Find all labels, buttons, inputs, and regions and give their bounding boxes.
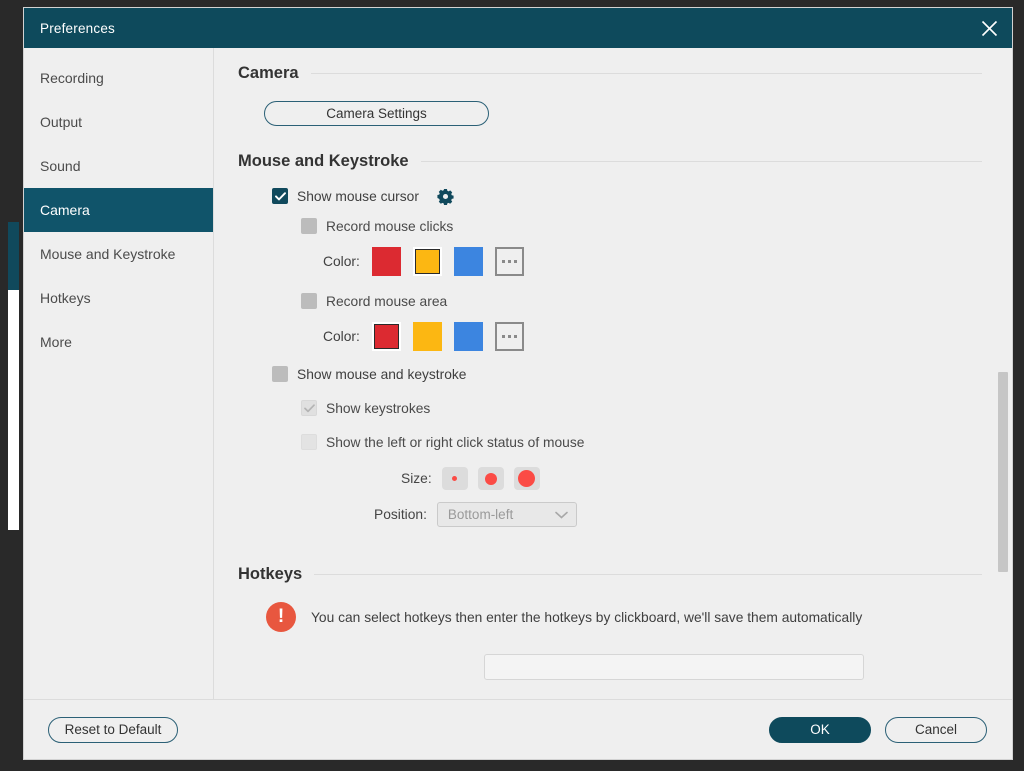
row-record-mouse-clicks: Record mouse clicks <box>301 211 982 241</box>
more-colors-button-clicks[interactable] <box>494 247 524 276</box>
section-divider <box>420 161 982 162</box>
sidebar-item-sound[interactable]: Sound <box>24 144 213 188</box>
checkmark-icon <box>303 403 315 412</box>
checkbox-show-click-status[interactable] <box>301 434 317 450</box>
dialog-titlebar: Preferences <box>24 8 1012 48</box>
size-dot-large <box>518 470 536 487</box>
row-show-mouse-cursor: Show mouse cursor <box>272 181 982 211</box>
hotkeys-section-title: Hotkeys <box>238 565 303 583</box>
sidebar-item-label: More <box>40 334 72 350</box>
color-swatch-red[interactable] <box>371 247 401 276</box>
close-icon <box>981 20 998 37</box>
label-show-click-status: Show the left or right click status of m… <box>326 434 585 450</box>
sidebar-item-label: Mouse and Keystroke <box>40 246 176 262</box>
size-label: Size: <box>401 471 432 486</box>
settings-pane: Camera Camera Settings Mouse and Keystro… <box>214 48 1012 699</box>
background-window-left-edge <box>8 222 19 530</box>
section-divider <box>310 73 982 74</box>
dialog-footer: Reset to Default OK Cancel <box>24 699 1012 759</box>
sidebar-item-more[interactable]: More <box>24 320 213 364</box>
color-swatch-group-area <box>371 322 524 351</box>
ok-button[interactable]: OK <box>769 716 871 743</box>
size-option-medium[interactable] <box>477 467 504 490</box>
row-record-mouse-area: Record mouse area <box>301 286 982 316</box>
row-show-mouse-and-keystroke: Show mouse and keystroke <box>272 359 982 389</box>
alert-icon: ! <box>266 602 296 632</box>
position-select-value: Bottom-left <box>447 507 514 522</box>
sidebar-item-label: Camera <box>40 202 90 218</box>
dialog-title: Preferences <box>40 20 115 36</box>
section-divider <box>314 574 982 575</box>
color-swatch-blue[interactable] <box>453 322 483 351</box>
preferences-dialog: Preferences Recording Output Sound Camer… <box>24 8 1012 759</box>
color-swatch-yellow[interactable] <box>412 322 442 351</box>
ellipsis-dot <box>507 335 511 338</box>
row-show-keystrokes: Show keystrokes <box>301 393 982 423</box>
close-button[interactable] <box>966 8 1012 48</box>
sidebar-item-output[interactable]: Output <box>24 100 213 144</box>
hotkeys-notice-text: You can select hotkeys then enter the ho… <box>311 609 863 625</box>
color-label: Color: <box>323 329 360 344</box>
color-swatch-red[interactable] <box>371 322 401 351</box>
sidebar-item-camera[interactable]: Camera <box>24 188 213 232</box>
color-swatch-blue[interactable] <box>453 247 483 276</box>
settings-scroll-content: Camera Camera Settings Mouse and Keystro… <box>214 48 1012 699</box>
mouse-keystroke-section-title: Mouse and Keystroke <box>238 152 409 170</box>
checkbox-show-keystrokes[interactable] <box>301 400 317 416</box>
color-swatch-group-clicks <box>371 247 524 276</box>
hotkey-input[interactable] <box>484 654 864 680</box>
color-label: Color: <box>323 254 360 269</box>
sidebar-item-mouse-and-keystroke[interactable]: Mouse and Keystroke <box>24 232 213 276</box>
hotkeys-section-header: Hotkeys <box>238 565 982 584</box>
size-dot-medium <box>484 472 497 485</box>
gear-icon[interactable] <box>437 188 454 205</box>
chevron-down-icon <box>555 507 568 522</box>
position-label: Position: <box>374 507 427 522</box>
color-row-mouse-clicks: Color: <box>323 247 982 276</box>
background-window-titlebar-sliver <box>8 222 19 290</box>
hotkeys-notice: ! You can select hotkeys then enter the … <box>266 602 982 632</box>
sidebar-item-label: Recording <box>40 70 104 86</box>
checkmark-icon <box>274 191 286 200</box>
position-select[interactable]: Bottom-left <box>436 502 577 527</box>
color-swatch-yellow[interactable] <box>412 247 442 276</box>
label-show-mouse-and-keystroke: Show mouse and keystroke <box>297 366 467 382</box>
size-option-small[interactable] <box>441 467 468 490</box>
mouse-keystroke-section-header: Mouse and Keystroke <box>238 152 982 171</box>
camera-section-title: Camera <box>238 64 299 82</box>
size-option-large[interactable] <box>513 467 540 490</box>
dialog-body: Recording Output Sound Camera Mouse and … <box>24 48 1012 699</box>
label-record-mouse-area: Record mouse area <box>326 293 448 309</box>
label-show-keystrokes: Show keystrokes <box>326 400 431 416</box>
row-cursor-size: Size: <box>238 467 982 490</box>
vertical-scrollbar[interactable] <box>998 52 1008 695</box>
reset-to-default-button[interactable]: Reset to Default <box>48 716 178 743</box>
sidebar-item-label: Output <box>40 114 83 130</box>
checkbox-record-mouse-area[interactable] <box>301 293 317 309</box>
checkbox-show-mouse-cursor[interactable] <box>272 188 288 204</box>
row-show-click-status: Show the left or right click status of m… <box>301 427 982 457</box>
size-dot-small <box>452 476 458 481</box>
sidebar-item-label: Hotkeys <box>40 290 91 306</box>
sidebar-nav: Recording Output Sound Camera Mouse and … <box>24 48 214 699</box>
checkbox-record-mouse-clicks[interactable] <box>301 218 317 234</box>
label-record-mouse-clicks: Record mouse clicks <box>326 218 454 234</box>
cancel-button[interactable]: Cancel <box>885 716 987 743</box>
more-colors-button-area[interactable] <box>494 322 524 351</box>
scrollbar-thumb[interactable] <box>998 372 1008 572</box>
sidebar-item-label: Sound <box>40 158 81 174</box>
sidebar-item-hotkeys[interactable]: Hotkeys <box>24 276 213 320</box>
ellipsis-dot <box>513 260 517 263</box>
ellipsis-dot <box>513 335 517 338</box>
row-cursor-position: Position: Bottom-left <box>238 502 982 527</box>
camera-settings-button[interactable]: Camera Settings <box>264 101 489 126</box>
color-row-mouse-area: Color: <box>323 322 982 351</box>
camera-section-header: Camera <box>238 64 982 83</box>
label-show-mouse-cursor: Show mouse cursor <box>297 188 419 204</box>
ellipsis-dot <box>501 260 505 263</box>
sidebar-item-recording[interactable]: Recording <box>24 56 213 100</box>
checkbox-show-mouse-and-keystroke[interactable] <box>272 366 288 382</box>
ellipsis-dot <box>507 260 511 263</box>
ellipsis-dot <box>501 335 505 338</box>
